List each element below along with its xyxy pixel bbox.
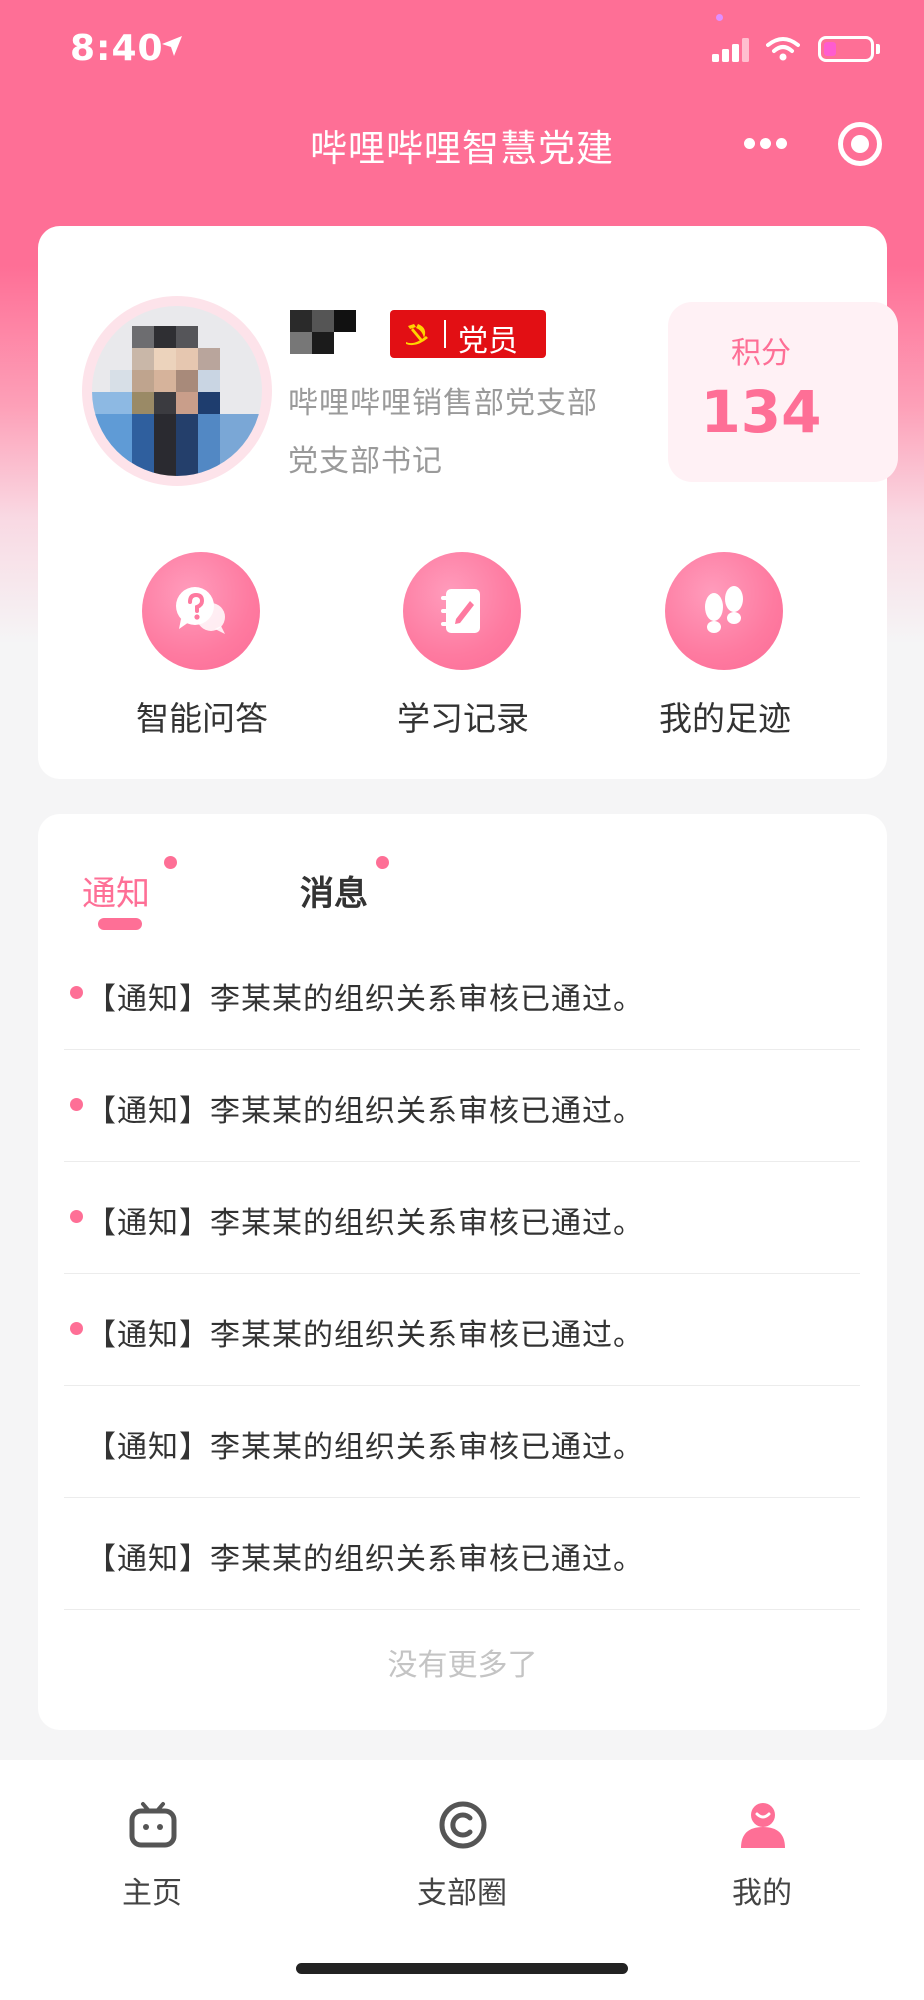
study-record-button[interactable]: 学习记录	[363, 552, 563, 752]
tabbar-mine-label: 我的	[732, 1876, 792, 1911]
home-indicator[interactable]	[296, 1963, 628, 1974]
list-item-text: 【通知】李某某的组织关系审核已通过。	[86, 1206, 644, 1241]
badge-divider	[444, 320, 446, 348]
tv-icon	[129, 1802, 177, 1848]
badge-label: 党员	[458, 324, 518, 359]
study-record-label: 学习记录	[397, 699, 529, 738]
tab-notifications[interactable]: 通知	[82, 866, 150, 915]
list-item[interactable]: 【通知】李某某的组织关系审核已通过。	[64, 1498, 860, 1610]
list-item[interactable]: 【通知】李某某的组织关系审核已通过。	[64, 1386, 860, 1498]
list-item-text: 【通知】李某某的组织关系审核已通过。	[86, 982, 644, 1017]
tab-notifications-dot	[164, 856, 177, 869]
tab-messages[interactable]: 消息	[300, 866, 368, 915]
user-icon	[741, 1803, 785, 1848]
list-item-text: 【通知】李某某的组织关系审核已通过。	[86, 1430, 644, 1465]
notebook-icon	[441, 589, 480, 633]
close-miniprogram-button[interactable]	[838, 122, 882, 166]
circle-c-icon	[439, 1801, 487, 1849]
list-item[interactable]: 【通知】李某某的组织关系审核已通过。	[64, 1050, 860, 1162]
party-emblem-icon	[406, 324, 428, 346]
qa-button[interactable]: 智能问答	[102, 552, 302, 752]
tabbar-home-label: 主页	[122, 1876, 182, 1911]
list-item[interactable]: 【通知】李某某的组织关系审核已通过。	[64, 1162, 860, 1274]
list-end-text: 没有更多了	[387, 1648, 538, 1683]
tabbar-home[interactable]: 主页	[52, 1800, 252, 1920]
qa-circle	[142, 552, 260, 670]
list-item-text: 【通知】李某某的组织关系审核已通过。	[86, 1542, 644, 1577]
footprints-button[interactable]: 我的足迹	[625, 552, 825, 752]
tabbar-branch-circle[interactable]: 支部圈	[362, 1800, 562, 1920]
department-text: 哔哩哔哩销售部党支部	[288, 386, 598, 421]
wifi-icon	[766, 37, 800, 61]
question-chat-icon	[176, 587, 225, 634]
profile-card: 党员 哔哩哔哩销售部党支部 党支部书记 积分 134 智能问答 学习记录 我的足…	[38, 226, 898, 779]
notification-list: 【通知】李某某的组织关系审核已通过。 【通知】李某某的组织关系审核已通过。 【通…	[64, 938, 860, 1610]
list-item-text: 【通知】李某某的组织关系审核已通过。	[86, 1094, 644, 1129]
quick-actions: 智能问答 学习记录 我的足迹	[38, 552, 887, 752]
status-bar: 8:40	[0, 0, 924, 100]
tabbar-branch-circle-label: 支部圈	[417, 1876, 507, 1911]
role-text: 党支部书记	[288, 444, 443, 479]
more-options-button[interactable]	[742, 132, 792, 156]
user-name-redacted	[290, 310, 356, 354]
points-box[interactable]: 积分 134	[668, 302, 898, 482]
qa-label: 智能问答	[136, 699, 268, 738]
party-member-badge: 党员	[390, 310, 546, 359]
tab-active-indicator	[98, 918, 142, 930]
tabbar-mine[interactable]: 我的	[662, 1800, 862, 1920]
tab-messages-dot	[376, 856, 389, 869]
unread-dot	[70, 986, 83, 999]
privacy-indicator-dot	[716, 14, 723, 21]
status-time: 8:40	[70, 28, 164, 69]
footprints-circle	[665, 552, 783, 670]
battery-icon	[818, 36, 874, 62]
footprints-icon	[705, 586, 743, 633]
unread-dot	[70, 1322, 83, 1335]
cellular-signal-icon	[712, 38, 749, 62]
footprints-label: 我的足迹	[659, 699, 791, 738]
list-item-text: 【通知】李某某的组织关系审核已通过。	[86, 1318, 644, 1353]
avatar-ring	[82, 296, 272, 486]
unread-dot	[70, 1098, 83, 1111]
points-label: 积分	[731, 336, 791, 371]
messages-card: 通知 消息 【通知】李某某的组织关系审核已通过。 【通知】李某某的组织关系审核已…	[38, 814, 887, 1730]
unread-dot	[70, 1210, 83, 1223]
points-value: 134	[700, 378, 822, 446]
location-arrow-icon	[162, 36, 182, 56]
study-record-circle	[403, 552, 521, 670]
avatar[interactable]	[92, 306, 262, 476]
battery-tip	[876, 44, 880, 54]
screen: 8:40 哔哩哔哩智慧党建 党员 哔哩哔哩销售部党支部 党支部书记 积分 134…	[0, 0, 924, 2000]
list-item[interactable]: 【通知】李某某的组织关系审核已通过。	[64, 1274, 860, 1386]
list-item[interactable]: 【通知】李某某的组织关系审核已通过。	[64, 938, 860, 1050]
